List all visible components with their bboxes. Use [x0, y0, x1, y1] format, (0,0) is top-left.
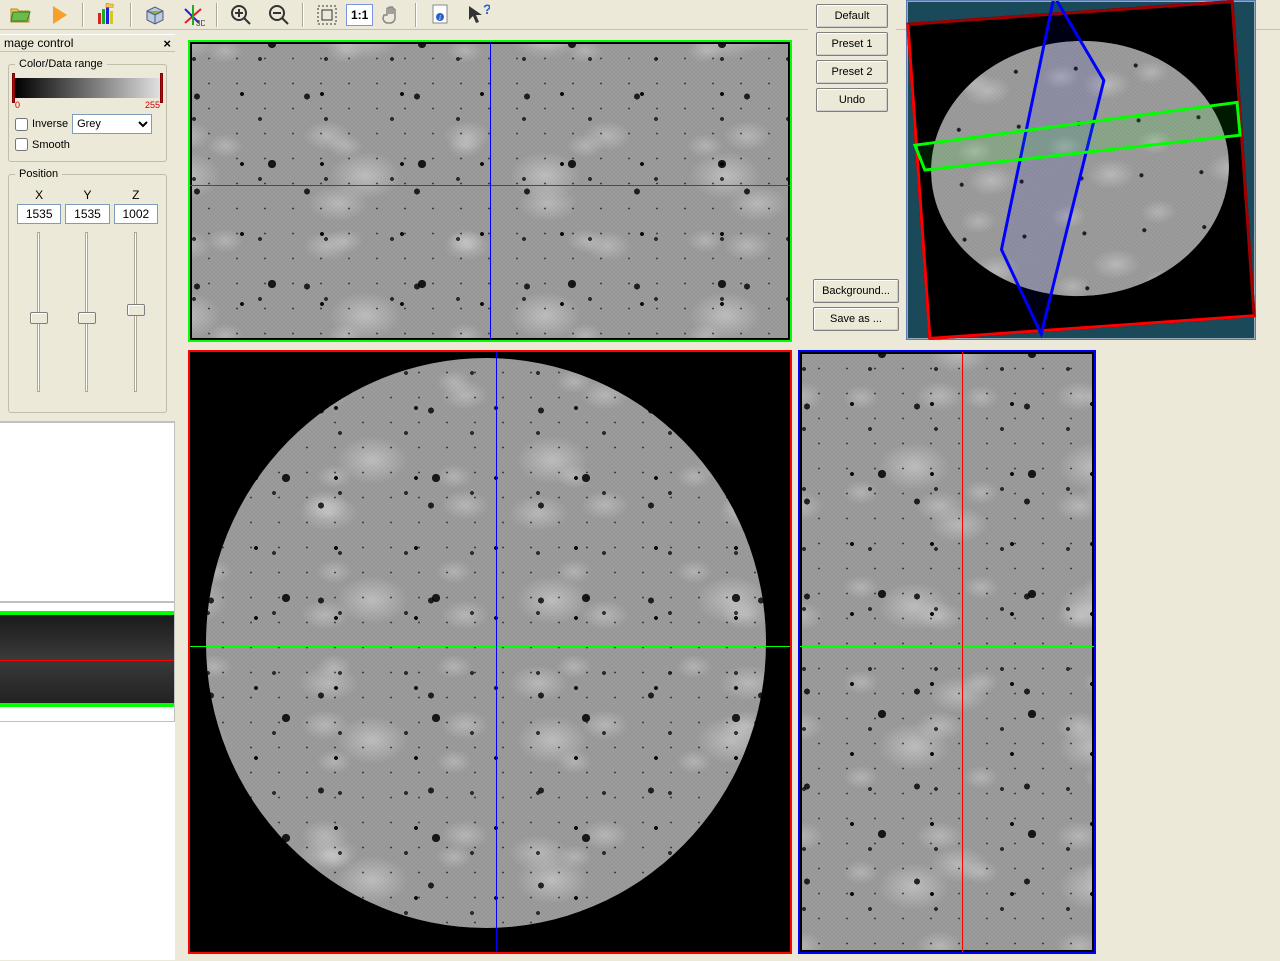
inverse-checkbox[interactable] [15, 118, 28, 131]
panel-title-bar: mage control × [0, 34, 175, 52]
play-button[interactable] [40, 1, 78, 29]
histogram-icon [95, 3, 119, 27]
pos-z-slider[interactable] [127, 232, 145, 392]
smooth-label: Smooth [32, 139, 70, 151]
gradient-min-label: 0 [15, 100, 20, 110]
save-as-button[interactable]: Save as ... [813, 307, 899, 331]
side-thumbnail-top [0, 422, 175, 602]
play-icon [47, 3, 71, 27]
cube-3d-icon [143, 3, 167, 27]
pos-x-slider[interactable] [30, 232, 48, 392]
toolbar-separator [130, 3, 132, 27]
pos-header-z: Z [112, 188, 160, 202]
pos-y-slider[interactable] [78, 232, 96, 392]
toolbar-separator [415, 3, 417, 27]
toolbar-separator [216, 3, 218, 27]
pan-button[interactable] [373, 1, 411, 29]
gradient-max-label: 255 [145, 100, 160, 110]
cube-3d-button[interactable] [136, 1, 174, 29]
pos-header-y: Y [63, 188, 111, 202]
axes-3d-icon: 3D [181, 3, 205, 27]
pos-y-input[interactable]: 1535 [65, 204, 109, 224]
fit-window-icon [315, 3, 339, 27]
preset2-button[interactable]: Preset 2 [816, 60, 888, 84]
side-thumbnail-bottom[interactable] [0, 602, 175, 722]
gradient-preview[interactable] [15, 78, 160, 98]
position-group: Position X Y Z 1535 1535 1002 [8, 168, 167, 413]
main-viewport: Default Preset 1 Preset 2 Undo Backgroun… [180, 32, 1280, 961]
pos-z-input[interactable]: 1002 [114, 204, 158, 224]
zoom-oneone-button[interactable]: 1:1 [346, 4, 373, 26]
close-icon[interactable]: × [163, 36, 171, 51]
coronal-slice-view[interactable] [188, 40, 792, 342]
default-preset-button[interactable]: Default [816, 4, 888, 28]
action-column: Background... Save as ... [808, 275, 904, 335]
preset1-button[interactable]: Preset 1 [816, 32, 888, 56]
smooth-checkbox[interactable] [15, 138, 28, 151]
image-control-panel: Color/Data range 0 255 Inverse GreyJetHo… [0, 52, 175, 422]
pos-header-x: X [15, 188, 63, 202]
fit-window-button[interactable] [308, 1, 346, 29]
toolbar-separator [302, 3, 304, 27]
pos-x-input[interactable]: 1535 [17, 204, 61, 224]
pan-hand-icon [380, 3, 404, 27]
background-button[interactable]: Background... [813, 279, 899, 303]
whats-this-icon: ? [466, 3, 490, 27]
whats-this-button[interactable]: ? [459, 1, 497, 29]
inverse-label: Inverse [32, 118, 68, 130]
open-folder-icon [9, 3, 33, 27]
zoom-out-icon [267, 3, 291, 27]
sidebar-filler [0, 722, 175, 960]
svg-text:3D: 3D [196, 19, 205, 27]
colormap-select[interactable]: GreyJetHotCool [72, 114, 152, 134]
zoom-in-button[interactable] [222, 1, 260, 29]
preview-3d-panel[interactable] [906, 0, 1256, 340]
svg-text:?: ? [483, 3, 490, 17]
gradient-max-handle[interactable] [160, 73, 163, 103]
zoom-in-icon [229, 3, 253, 27]
color-range-legend: Color/Data range [15, 58, 107, 70]
histogram-button[interactable] [88, 1, 126, 29]
svg-text:i: i [439, 14, 441, 22]
gradient-min-handle[interactable] [12, 73, 15, 103]
zoom-out-button[interactable] [260, 1, 298, 29]
sagittal-slice-view[interactable] [798, 350, 1096, 954]
axial-slice-view[interactable] [188, 350, 792, 954]
info-icon: i [428, 3, 452, 27]
panel-title: mage control [4, 36, 73, 50]
undo-button[interactable]: Undo [816, 88, 888, 112]
open-button[interactable] [2, 1, 40, 29]
toolbar-separator [82, 3, 84, 27]
info-button[interactable]: i [421, 1, 459, 29]
sidebar: mage control × Color/Data range 0 255 In… [0, 34, 175, 960]
axes-3d-button[interactable]: 3D [174, 1, 212, 29]
preset-column: Default Preset 1 Preset 2 Undo [808, 0, 896, 116]
position-legend: Position [15, 168, 62, 180]
color-data-range-group: Color/Data range 0 255 Inverse GreyJetHo… [8, 58, 167, 162]
